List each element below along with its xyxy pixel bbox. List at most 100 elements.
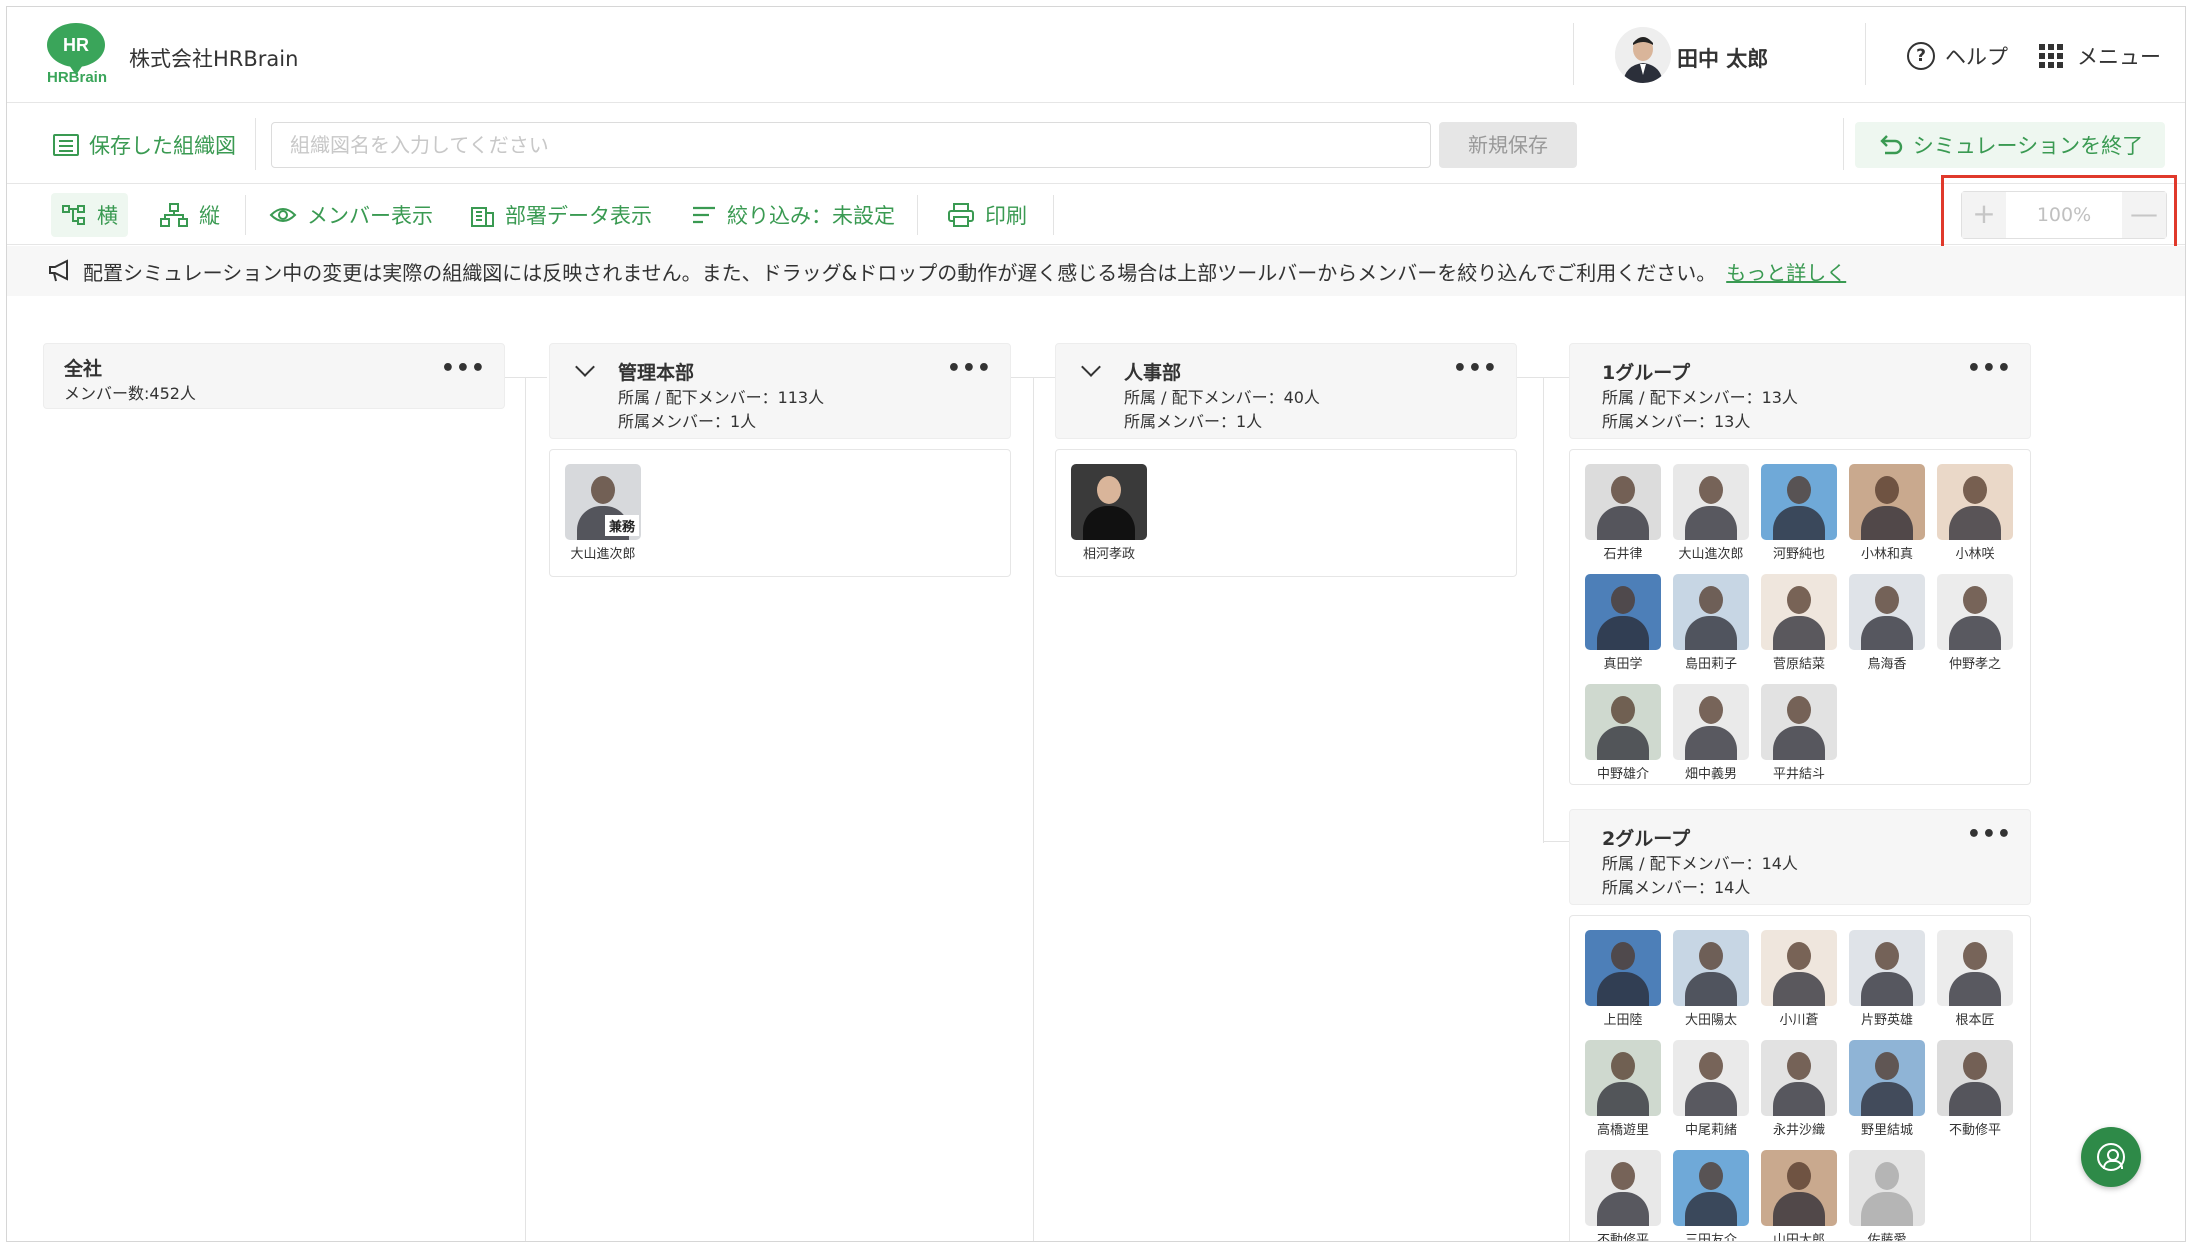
member-photo xyxy=(1849,930,1925,1006)
member-card[interactable]: 兼務 大山進次郎 xyxy=(564,464,642,562)
menu-button[interactable]: メニュー xyxy=(2039,41,2161,71)
more-options-icon[interactable]: ••• xyxy=(947,356,992,381)
connector-line xyxy=(1543,377,1544,843)
learn-more-link[interactable]: もっと詳しく xyxy=(1726,257,1846,286)
megaphone-icon xyxy=(49,259,68,282)
member-photo xyxy=(1071,464,1147,540)
member-photo xyxy=(1849,1040,1925,1116)
simulation-notice: 配置シミュレーション中の変更は実際の組織図には反映されません。また、ドラッグ&ド… xyxy=(7,246,2185,296)
member-card[interactable]: 島田莉子 xyxy=(1672,574,1750,672)
new-save-button[interactable]: 新規保存 xyxy=(1439,122,1577,168)
dept-card-group2[interactable]: 2グループ 所属 / 配下メンバー：14人 所属メンバー：14人 ••• xyxy=(1569,809,2031,905)
end-simulation-button[interactable]: シミュレーションを終了 xyxy=(1855,122,2165,168)
member-card[interactable]: 高橋遊里 xyxy=(1584,1040,1662,1138)
zoom-control: + 100% — xyxy=(1961,191,2167,239)
member-card[interactable]: 不動修平 xyxy=(1936,1040,2014,1138)
member-card[interactable]: 片野英雄 xyxy=(1848,930,1926,1028)
member-card[interactable]: 中尾莉緒 xyxy=(1672,1040,1750,1138)
member-photo xyxy=(1937,464,2013,540)
header-divider xyxy=(1865,23,1866,85)
zoom-in-button[interactable]: + xyxy=(1962,192,2006,238)
user-name[interactable]: 田中 太郎 xyxy=(1677,43,1768,73)
hrbrain-logo[interactable]: HR HRBrain xyxy=(43,23,111,89)
toolbar-divider xyxy=(245,195,246,235)
member-card[interactable]: 仲野孝之 xyxy=(1936,574,2014,672)
member-card[interactable]: 大田陽太 xyxy=(1672,930,1750,1028)
savebar-divider xyxy=(1843,118,1844,170)
grid-icon xyxy=(2039,44,2063,68)
member-photo xyxy=(1585,930,1661,1006)
savebar-divider xyxy=(255,118,256,170)
toolbar-divider xyxy=(1053,195,1054,235)
member-photo xyxy=(1673,1040,1749,1116)
member-photo: 兼務 xyxy=(565,464,641,540)
member-card[interactable]: 大山進次郎 xyxy=(1672,464,1750,562)
help-button[interactable]: ? ヘルプ xyxy=(1907,41,2008,71)
org-chart-name-input[interactable] xyxy=(271,122,1431,168)
member-card[interactable]: 小林和真 xyxy=(1848,464,1926,562)
dept-card-jinji[interactable]: 人事部 所属 / 配下メンバー：40人 所属メンバー：1人 ••• xyxy=(1055,343,1517,439)
member-card[interactable]: 畑中義男 xyxy=(1672,684,1750,782)
vertical-tree-icon xyxy=(160,203,188,227)
member-photo xyxy=(1585,574,1661,650)
dept-card-group1[interactable]: 1グループ 所属 / 配下メンバー：13人 所属メンバー：13人 ••• xyxy=(1569,343,2031,439)
member-photo xyxy=(1849,464,1925,540)
member-photo xyxy=(1849,574,1925,650)
zoom-level: 100% xyxy=(2036,204,2092,226)
member-card[interactable]: 三田友介 xyxy=(1672,1150,1750,1241)
user-avatar[interactable] xyxy=(1615,27,1671,83)
member-card[interactable]: 永井沙織 xyxy=(1760,1040,1838,1138)
chevron-down-icon[interactable] xyxy=(1081,357,1101,377)
group1-members-panel: 石井律 大山進次郎 河野純也 小林和真 小林咲真田学 島田莉子 菅原結菜 鳥海香 仲野孝之中野雄… xyxy=(1569,449,2031,785)
member-card[interactable]: 山田太郎 xyxy=(1760,1150,1838,1241)
horizontal-tree-icon xyxy=(62,205,85,225)
more-options-icon[interactable]: ••• xyxy=(441,356,486,381)
member-photo xyxy=(1937,1040,2013,1116)
member-photo xyxy=(1673,684,1749,760)
saved-org-charts-link[interactable]: 保存した組織図 xyxy=(53,130,236,160)
member-card[interactable]: 菅原結菜 xyxy=(1760,574,1838,672)
member-photo xyxy=(1761,930,1837,1006)
dept-card-root[interactable]: 全社 メンバー数:452人 ••• xyxy=(43,343,505,409)
dept-card-kanri[interactable]: 管理本部 所属 / 配下メンバー：113人 所属メンバー：1人 ••• xyxy=(549,343,1011,439)
chevron-down-icon[interactable] xyxy=(575,357,595,377)
toolbar-divider xyxy=(917,195,918,235)
dept-data-display-button[interactable]: 部署データ表示 xyxy=(459,193,662,237)
vertical-layout-button[interactable]: 縦 xyxy=(149,193,230,237)
member-card[interactable]: 小林咲 xyxy=(1936,464,2014,562)
filter-lines-icon xyxy=(693,206,715,224)
member-card[interactable]: 中野雄介 xyxy=(1584,684,1662,782)
member-card[interactable]: 河野純也 xyxy=(1760,464,1838,562)
filter-button[interactable]: 絞り込み：未設定 xyxy=(681,193,905,237)
app-window: HR HRBrain 株式会社HRBrain 田中 太郎 ? ヘルプ メニュー xyxy=(6,6,2186,1242)
member-photo xyxy=(1585,684,1661,760)
member-photo xyxy=(1761,1150,1837,1226)
member-photo xyxy=(1761,1040,1837,1116)
member-card[interactable]: 根本匠 xyxy=(1936,930,2014,1028)
group2-members-panel: 上田陸 大田陽太 小川蒼 片野英雄 根本匠 高橋遊里 中尾莉緒 永井沙織 野里結城 不動修平 不動修… xyxy=(1569,915,2031,1241)
print-button[interactable]: 印刷 xyxy=(937,193,1037,237)
member-card[interactable]: 佐藤愛 xyxy=(1848,1150,1926,1241)
member-card[interactable]: 平井結斗 xyxy=(1760,684,1838,782)
more-options-icon[interactable]: ••• xyxy=(1453,356,1498,381)
more-options-icon[interactable]: ••• xyxy=(1967,822,2012,847)
member-card[interactable]: 野里結城 xyxy=(1848,1040,1926,1138)
org-chart-canvas: 全社 メンバー数:452人 ••• 管理本部 所属 / 配下メンバー：113人 … xyxy=(7,297,2185,1241)
horizontal-layout-button[interactable]: 横 xyxy=(51,193,128,237)
concurrent-badge: 兼務 xyxy=(604,515,639,536)
member-card[interactable]: 鳥海香 xyxy=(1848,574,1926,672)
member-display-button[interactable]: メンバー表示 xyxy=(259,193,443,237)
member-card[interactable]: 上田陸 xyxy=(1584,930,1662,1028)
member-card[interactable]: 真田学 xyxy=(1584,574,1662,672)
more-options-icon[interactable]: ••• xyxy=(1967,356,2012,381)
member-card[interactable]: 不動修平 xyxy=(1584,1150,1662,1241)
member-card[interactable]: 相河孝政 xyxy=(1070,464,1148,562)
member-photo xyxy=(1673,1150,1749,1226)
member-card[interactable]: 小川蒼 xyxy=(1760,930,1838,1028)
member-card[interactable]: 石井律 xyxy=(1584,464,1662,562)
member-photo xyxy=(1585,464,1661,540)
member-photo xyxy=(1585,1040,1661,1116)
support-chat-button[interactable] xyxy=(2081,1127,2141,1187)
zoom-out-button[interactable]: — xyxy=(2122,192,2166,238)
member-photo xyxy=(1761,684,1837,760)
